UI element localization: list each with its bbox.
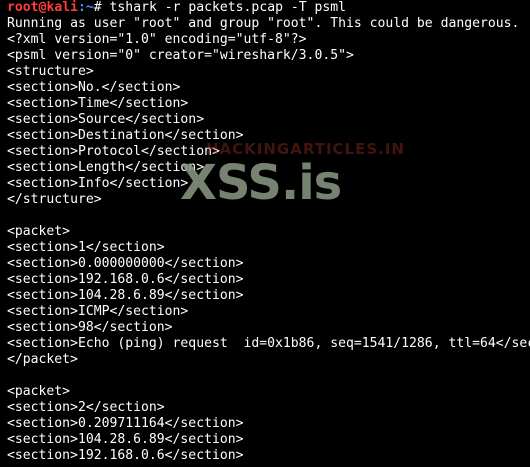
- output-line: <section>Time</section>: [7, 96, 189, 111]
- output-line: <section>104.28.6.89</section>: [7, 432, 244, 447]
- output-line: <section>0.209711164</section>: [7, 416, 244, 431]
- output-line: <section>104.28.6.89</section>: [7, 288, 244, 303]
- prompt-user: root: [7, 0, 39, 15]
- output-line: <structure>: [7, 64, 94, 79]
- output-line: <psml version="0" creator="wireshark/3.0…: [7, 48, 354, 63]
- output-line: <section>Source</section>: [7, 112, 205, 127]
- terminal-output: root@kali:~# tshark -r packets.pcap -T p…: [7, 0, 530, 464]
- output-line: <packet>: [7, 384, 71, 399]
- output-line: <packet>: [7, 224, 71, 239]
- output-line: <section>192.168.0.6</section>: [7, 448, 244, 463]
- output-line: <section>192.168.0.6</section>: [7, 272, 244, 287]
- command-text: tshark -r packets.pcap -T psml: [101, 0, 347, 15]
- command-prompt-line[interactable]: root@kali:~# tshark -r packets.pcap -T p…: [7, 0, 530, 16]
- output-line: Running as user "root" and group "root".…: [7, 16, 520, 31]
- output-line: <section>1</section>: [7, 240, 165, 255]
- output-line: <section>0.000000000</section>: [7, 256, 244, 271]
- prompt-sign: #: [93, 0, 102, 15]
- output-line: </packet>: [7, 352, 78, 367]
- output-line: <section>Echo (ping) request id=0x1b86, …: [7, 336, 530, 351]
- output-line: <section>98</section>: [7, 320, 173, 335]
- output-line: <section>No.</section>: [7, 80, 181, 95]
- output-line: <?xml version="1.0" encoding="utf-8"?>: [7, 32, 307, 47]
- prompt-path: :~: [77, 0, 94, 15]
- watermark-logo: XSS.is: [180, 155, 342, 211]
- output-line: <section>2</section>: [7, 400, 165, 415]
- terminal-window[interactable]: root@kali:~# tshark -r packets.pcap -T p…: [0, 0, 530, 467]
- output-line: <section>ICMP</section>: [7, 304, 189, 319]
- prompt-host: kali: [46, 0, 78, 15]
